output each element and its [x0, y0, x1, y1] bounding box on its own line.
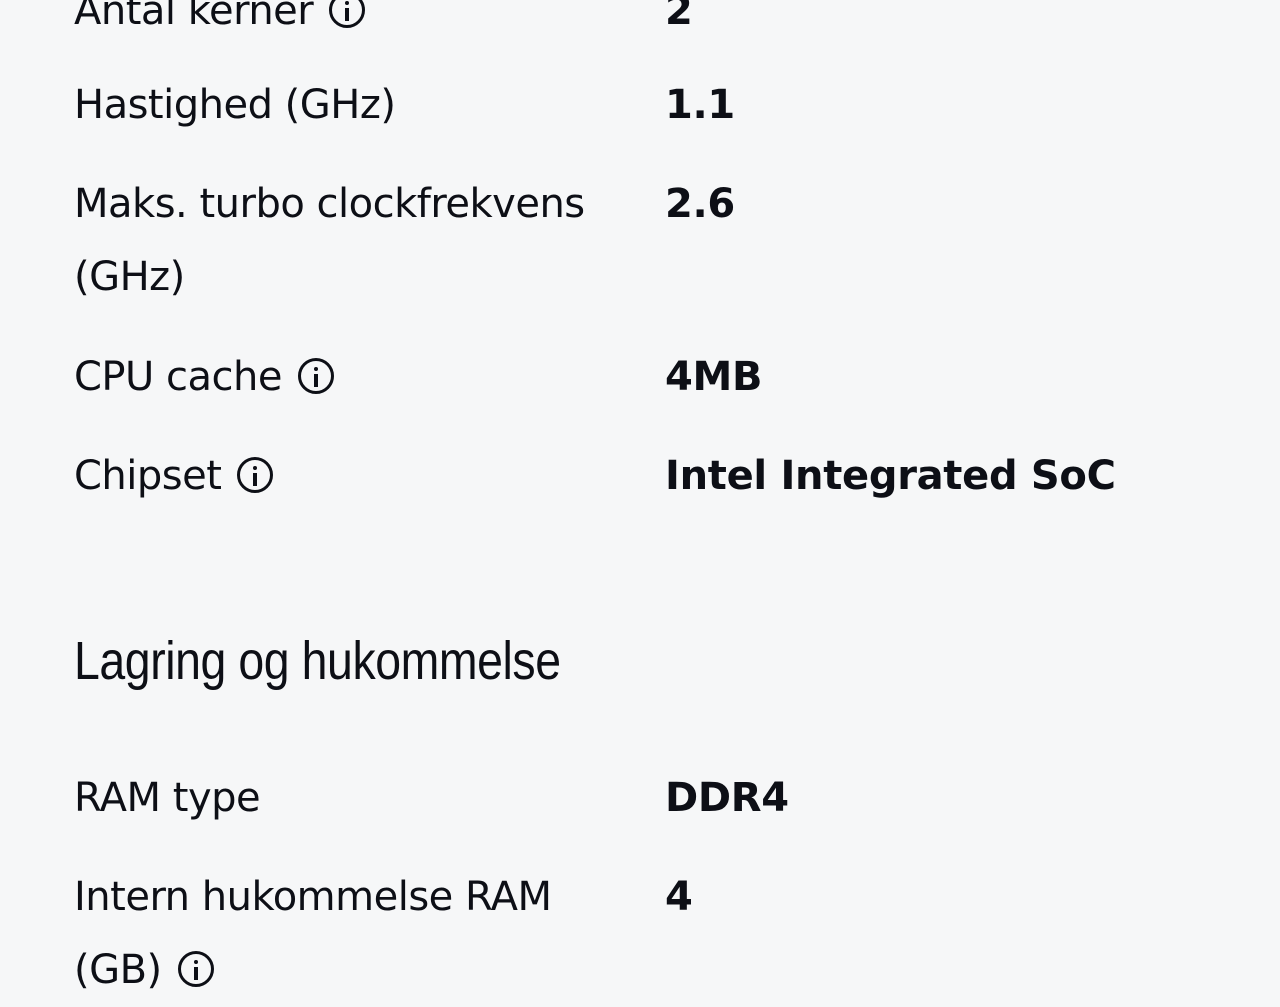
spec-label: CPU cache	[74, 354, 283, 400]
info-circle-icon[interactable]	[329, 0, 366, 28]
spec-label: RAM type	[74, 775, 261, 821]
info-circle-icon[interactable]	[237, 457, 274, 493]
info-circle-icon[interactable]	[177, 951, 214, 987]
spec-label: Hastighed (GHz)	[74, 82, 396, 128]
spec-value: Intel Integrated SoC	[665, 453, 1116, 499]
section-title-storage: Lagring og hukommelse	[74, 631, 561, 691]
spec-value: DDR4	[665, 775, 789, 821]
spec-label-line2: (GHz)	[74, 254, 185, 300]
spec-value: 4MB	[665, 354, 763, 400]
spec-value: 2.6	[665, 181, 735, 227]
info-circle-icon[interactable]	[298, 358, 334, 394]
spec-value: 4	[665, 874, 693, 920]
spec-value: 1.1	[665, 82, 735, 128]
spec-value: 2	[665, 0, 693, 34]
spec-label: Antal kerner	[74, 0, 314, 34]
spec-label-line2: (GB)	[74, 947, 162, 993]
spec-label: Intern hukommelse RAM	[74, 874, 552, 920]
spec-label: Maks. turbo clockfrekvens	[74, 181, 585, 227]
spec-label: Chipset	[74, 453, 222, 499]
